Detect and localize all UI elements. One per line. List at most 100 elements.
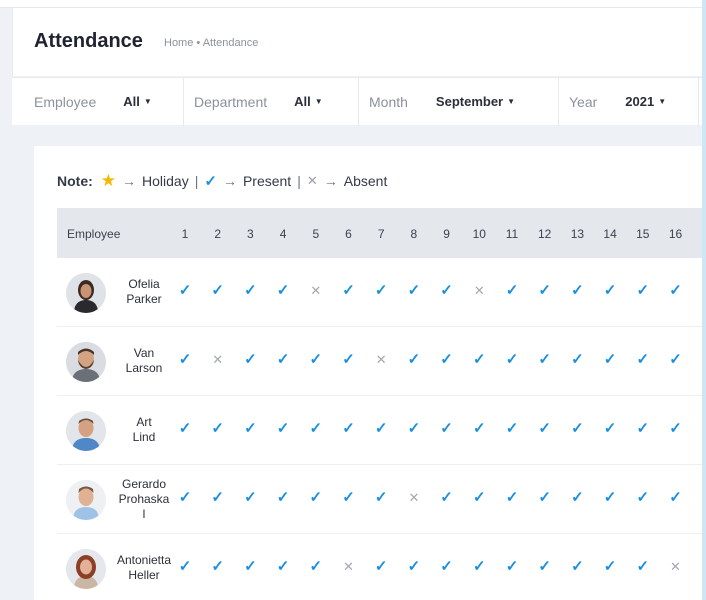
cross-icon[interactable]: ✕ [206, 351, 230, 369]
check-icon[interactable]: ✓ [598, 420, 622, 438]
department-filter[interactable]: Department All ▼ [184, 77, 359, 126]
check-icon[interactable]: ✓ [271, 558, 295, 576]
check-icon[interactable]: ✓ [304, 420, 328, 438]
table-row[interactable]: Antonietta Heller ✓ ✓ ✓ ✓ ✓ ✕ ✓ ✓ ✓ ✓ ✓ ✓ ✓ ✓ ✓ ✕ [57, 534, 706, 600]
check-icon[interactable]: ✓ [206, 420, 230, 438]
check-icon[interactable]: ✓ [337, 420, 361, 438]
check-icon[interactable]: ✓ [402, 282, 426, 300]
check-icon[interactable]: ✓ [369, 282, 393, 300]
check-icon[interactable]: ✓ [664, 489, 688, 507]
check-icon[interactable]: ✓ [598, 558, 622, 576]
month-filter-select[interactable]: September ▼ [436, 94, 515, 109]
check-icon[interactable]: ✓ [467, 558, 491, 576]
check-icon[interactable]: ✓ [664, 282, 688, 300]
check-icon[interactable]: ✓ [206, 282, 230, 300]
check-icon[interactable]: ✓ [533, 351, 557, 369]
check-icon[interactable]: ✓ [369, 489, 393, 507]
check-icon[interactable]: ✓ [206, 489, 230, 507]
check-icon[interactable]: ✓ [337, 351, 361, 369]
year-filter-select[interactable]: 2021 ▼ [625, 94, 666, 109]
employee-name[interactable]: Gerardo Prohaska l [113, 477, 175, 522]
check-icon[interactable]: ✓ [238, 420, 262, 438]
check-icon[interactable]: ✓ [565, 420, 589, 438]
check-icon[interactable]: ✓ [467, 351, 491, 369]
check-icon[interactable]: ✓ [664, 351, 688, 369]
check-icon[interactable]: ✓ [304, 489, 328, 507]
check-icon[interactable]: ✓ [238, 351, 262, 369]
table-row[interactable]: Ofelia Parker ✓ ✓ ✓ ✓ ✕ ✓ ✓ ✓ ✓ ✕ ✓ ✓ ✓ ✓ ✓ ✓ [57, 258, 706, 327]
check-icon[interactable]: ✓ [565, 282, 589, 300]
check-icon[interactable]: ✓ [664, 420, 688, 438]
check-icon[interactable]: ✓ [206, 558, 230, 576]
check-icon[interactable]: ✓ [533, 558, 557, 576]
check-icon[interactable]: ✓ [271, 489, 295, 507]
employee-name[interactable]: Art Lind [113, 415, 175, 445]
table-row[interactable]: Gerardo Prohaska l ✓ ✓ ✓ ✓ ✓ ✓ ✓ ✕ ✓ ✓ ✓ ✓ ✓ ✓ ✓ ✓ [57, 465, 706, 534]
employee-name-line: Ofelia [128, 277, 160, 291]
check-icon[interactable]: ✓ [467, 420, 491, 438]
check-icon[interactable]: ✓ [435, 351, 459, 369]
check-icon[interactable]: ✓ [631, 558, 655, 576]
year-filter[interactable]: Year 2021 ▼ [559, 77, 699, 126]
cross-icon[interactable]: ✕ [402, 489, 426, 507]
check-icon[interactable]: ✓ [565, 351, 589, 369]
month-filter[interactable]: Month September ▼ [359, 77, 559, 126]
check-icon[interactable]: ✓ [337, 282, 361, 300]
check-icon[interactable]: ✓ [631, 351, 655, 369]
check-icon[interactable]: ✓ [173, 558, 197, 576]
cross-icon[interactable]: ✕ [304, 282, 328, 300]
check-icon[interactable]: ✓ [402, 558, 426, 576]
check-icon[interactable]: ✓ [598, 489, 622, 507]
employee-name[interactable]: Antonietta Heller [113, 553, 175, 583]
check-icon[interactable]: ✓ [238, 282, 262, 300]
check-icon[interactable]: ✓ [533, 489, 557, 507]
check-icon[interactable]: ✓ [402, 420, 426, 438]
check-icon[interactable]: ✓ [598, 351, 622, 369]
check-icon[interactable]: ✓ [435, 282, 459, 300]
check-icon[interactable]: ✓ [565, 489, 589, 507]
check-icon[interactable]: ✓ [533, 420, 557, 438]
employee-name[interactable]: Ofelia Parker [113, 277, 175, 307]
check-icon[interactable]: ✓ [598, 282, 622, 300]
cross-icon[interactable]: ✕ [664, 558, 688, 576]
employee-name[interactable]: Van Larson [113, 346, 175, 376]
check-icon[interactable]: ✓ [271, 282, 295, 300]
check-icon[interactable]: ✓ [304, 351, 328, 369]
table-row[interactable]: Van Larson ✓ ✕ ✓ ✓ ✓ ✓ ✕ ✓ ✓ ✓ ✓ ✓ ✓ ✓ ✓ ✓ [57, 327, 706, 396]
check-icon[interactable]: ✓ [173, 489, 197, 507]
check-icon[interactable]: ✓ [435, 489, 459, 507]
check-icon[interactable]: ✓ [435, 558, 459, 576]
check-icon[interactable]: ✓ [631, 282, 655, 300]
department-filter-select[interactable]: All ▼ [294, 94, 323, 109]
check-icon[interactable]: ✓ [500, 282, 524, 300]
check-icon[interactable]: ✓ [402, 351, 426, 369]
check-icon[interactable]: ✓ [631, 489, 655, 507]
check-icon[interactable]: ✓ [238, 489, 262, 507]
check-icon[interactable]: ✓ [304, 558, 328, 576]
check-icon[interactable]: ✓ [173, 282, 197, 300]
check-icon[interactable]: ✓ [369, 558, 393, 576]
cross-icon[interactable]: ✕ [467, 282, 491, 300]
cross-icon[interactable]: ✕ [369, 351, 393, 369]
cross-icon[interactable]: ✕ [337, 558, 361, 576]
check-icon[interactable]: ✓ [631, 420, 655, 438]
check-icon[interactable]: ✓ [369, 420, 393, 438]
check-icon[interactable]: ✓ [173, 351, 197, 369]
check-icon[interactable]: ✓ [467, 489, 491, 507]
check-icon[interactable]: ✓ [271, 420, 295, 438]
check-icon[interactable]: ✓ [565, 558, 589, 576]
check-icon[interactable]: ✓ [500, 489, 524, 507]
check-icon[interactable]: ✓ [533, 282, 557, 300]
table-row[interactable]: Art Lind ✓ ✓ ✓ ✓ ✓ ✓ ✓ ✓ ✓ ✓ ✓ ✓ ✓ ✓ ✓ ✓ [57, 396, 706, 465]
check-icon[interactable]: ✓ [173, 420, 197, 438]
breadcrumb[interactable]: Home • Attendance [164, 37, 258, 49]
check-icon[interactable]: ✓ [238, 558, 262, 576]
check-icon[interactable]: ✓ [500, 558, 524, 576]
check-icon[interactable]: ✓ [500, 420, 524, 438]
check-icon[interactable]: ✓ [271, 351, 295, 369]
check-icon[interactable]: ✓ [500, 351, 524, 369]
employee-filter[interactable]: Employee All ▼ [12, 77, 184, 126]
employee-filter-select[interactable]: All ▼ [123, 94, 152, 109]
check-icon[interactable]: ✓ [435, 420, 459, 438]
check-icon[interactable]: ✓ [337, 489, 361, 507]
